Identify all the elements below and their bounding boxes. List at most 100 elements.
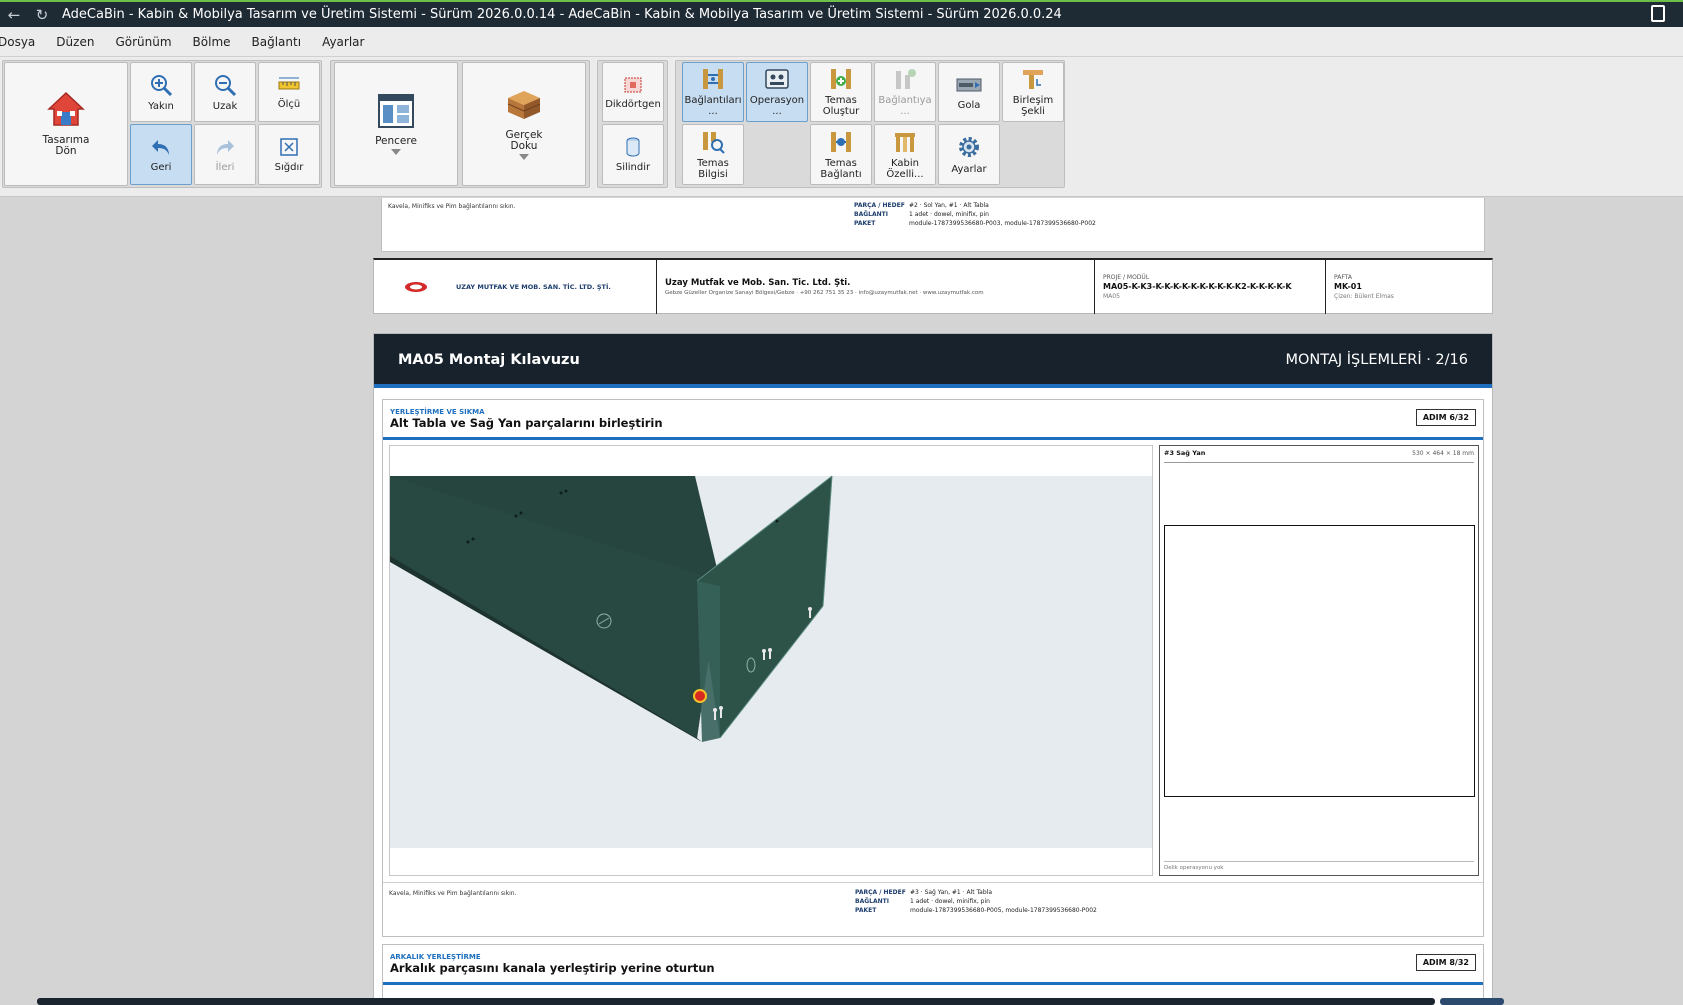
measure-button[interactable]: Ölçü bbox=[258, 62, 320, 122]
step-badge: ADIM 6/32 bbox=[1415, 409, 1476, 426]
texture-box-icon bbox=[507, 91, 541, 119]
sheet-label: PAFTA bbox=[1334, 274, 1352, 281]
zoom-out-icon bbox=[215, 74, 237, 96]
project-sub: MA05 bbox=[1103, 293, 1120, 300]
menu-ayarlar[interactable]: Ayarlar bbox=[322, 35, 364, 49]
company-name: Uzay Mutfak ve Mob. San. Tic. Ltd. Şti. bbox=[665, 278, 851, 288]
footer-logo-cell: UZAY MUTFAK VE MOB. SAN. TİC. LTD. ŞTİ. bbox=[374, 260, 657, 314]
connection-to-icon bbox=[896, 69, 916, 89]
step-card: YERLEŞTİRME VE SIKMA Alt Tabla ve Sağ Ya… bbox=[382, 399, 1484, 937]
page-section: MONTAJ İŞLEMLERİ · 2/16 bbox=[1285, 352, 1468, 368]
horizontal-scrollbar[interactable] bbox=[37, 998, 1435, 1005]
project-label: PROJE / MODÜL bbox=[1103, 274, 1150, 281]
back-arrow-icon[interactable]: ← bbox=[0, 6, 28, 24]
hole-operation-note: Delik operasyonu yok bbox=[1164, 865, 1224, 871]
home-button[interactable]: Tasarıma Dön bbox=[4, 62, 128, 186]
ruler-icon bbox=[278, 77, 300, 89]
prev-part-value: #2 · Sol Yan, #1 · Alt Tabla bbox=[909, 202, 989, 209]
cabin-properties-button[interactable]: Kabin Özelli... bbox=[874, 124, 936, 185]
create-contact-icon bbox=[831, 69, 851, 89]
step-meta: PARÇA / HEDEF #3 · Sağ Yan, #1 · Alt Tabl… bbox=[855, 888, 1097, 915]
cabin-properties-label: Kabin Özelli... bbox=[886, 157, 924, 180]
part-name: #3 Sağ Yan bbox=[1164, 449, 1206, 457]
zoom-out-label: Uzak bbox=[212, 100, 238, 112]
rectangle-button[interactable]: Dikdörtgen bbox=[602, 62, 664, 122]
operation-button[interactable]: Operasyon ... bbox=[746, 62, 808, 122]
connections-label: Bağlantıları ... bbox=[684, 95, 742, 117]
window-title: AdeCaBin - Kabin & Mobilya Tasarım ve Ür… bbox=[62, 7, 1062, 22]
contact-info-icon bbox=[703, 131, 725, 154]
create-contact-label: Temas Oluştur bbox=[822, 95, 860, 117]
step-note: Kavela, Minifiks ve Pim bağlantılarını s… bbox=[389, 890, 517, 897]
company-short-name: UZAY MUTFAK VE MOB. SAN. TİC. LTD. ŞTİ. bbox=[456, 283, 611, 291]
scrollbar-thumb[interactable] bbox=[1440, 998, 1504, 1005]
fit-screen-icon bbox=[280, 138, 298, 156]
texture-label: Gerçek Doku bbox=[505, 129, 543, 152]
settings-label: Ayarlar bbox=[951, 164, 987, 175]
ribbon-group-view: Tasarıma Dön Yakın Uzak Ölçü Geri İleri … bbox=[2, 60, 322, 188]
back-label: Geri bbox=[150, 162, 172, 173]
menu-gorunum[interactable]: Görünüm bbox=[115, 35, 171, 49]
home-icon bbox=[47, 91, 85, 126]
assembly-page: MA05 Montaj Kılavuzu MONTAJ İŞLEMLERİ · … bbox=[373, 333, 1493, 1005]
menu-duzen[interactable]: Düzen bbox=[56, 35, 94, 49]
gola-profile-icon bbox=[956, 78, 982, 91]
cabin-properties-icon bbox=[895, 132, 915, 152]
step-header: YERLEŞTİRME VE SIKMA Alt Tabla ve Sağ Ya… bbox=[383, 400, 1483, 440]
step-notes-divider bbox=[383, 882, 1483, 883]
connection-plates-icon bbox=[703, 69, 723, 89]
back-button[interactable]: Geri bbox=[130, 124, 192, 185]
join-shape-button[interactable]: Birleşim Şekli bbox=[1002, 62, 1064, 122]
cylinder-button[interactable]: Silindir bbox=[602, 124, 664, 185]
part-footer-divider bbox=[1164, 861, 1474, 862]
measure-label: Ölçü bbox=[277, 98, 301, 110]
window-button[interactable]: Pencere bbox=[334, 62, 458, 186]
fit-button[interactable]: Sığdır bbox=[258, 124, 320, 185]
drawn-by: Çizen: Bülent Elmas bbox=[1334, 293, 1394, 300]
zoom-out-button[interactable]: Uzak bbox=[194, 62, 256, 122]
texture-dropdown-icon[interactable] bbox=[519, 154, 529, 160]
sheet-value: MK-01 bbox=[1334, 282, 1362, 291]
join-shape-icon bbox=[1023, 70, 1043, 89]
page-header: MA05 Montaj Kılavuzu MONTAJ İŞLEMLERİ · … bbox=[374, 334, 1492, 388]
document-icon[interactable] bbox=[1651, 5, 1665, 22]
forward-button[interactable]: İleri bbox=[194, 124, 256, 185]
connections-button[interactable]: Bağlantıları ... bbox=[682, 62, 744, 122]
operation-label: Operasyon ... bbox=[749, 95, 805, 117]
ribbon-group-display: Pencere Gerçek Doku bbox=[330, 60, 590, 188]
sheet-footer: UZAY MUTFAK VE MOB. SAN. TİC. LTD. ŞTİ. … bbox=[373, 258, 1493, 314]
next-step-title: Arkalık parçasını kanala yerleştirip yer… bbox=[390, 961, 715, 975]
contact-connection-button[interactable]: Temas Bağlantı bbox=[810, 124, 872, 185]
rectangle-icon bbox=[624, 77, 642, 92]
step-kicker: YERLEŞTİRME VE SIKMA bbox=[390, 408, 485, 416]
contact-info-button[interactable]: Temas Bilgisi bbox=[682, 124, 744, 185]
ribbon-toolbar: Tasarıma Dön Yakın Uzak Ölçü Geri İleri … bbox=[0, 57, 1683, 197]
cylinder-icon bbox=[626, 137, 640, 157]
settings-button[interactable]: Ayarlar bbox=[938, 124, 1000, 185]
refresh-icon[interactable]: ↻ bbox=[28, 6, 56, 24]
contact-connection-label: Temas Bağlantı bbox=[820, 157, 862, 180]
cylinder-label: Silindir bbox=[615, 162, 651, 173]
menu-baglanti[interactable]: Bağlantı bbox=[252, 35, 302, 49]
3d-viewport[interactable] bbox=[389, 445, 1153, 876]
conn-label: BAĞLANTI bbox=[855, 898, 889, 905]
pkg-value: module-1787399536680-P005, module-178739… bbox=[910, 907, 1097, 914]
part-label: PARÇA / HEDEF bbox=[855, 889, 906, 896]
part-value: #3 · Sağ Yan, #1 · Alt Tabla bbox=[910, 889, 992, 896]
zoom-in-button[interactable]: Yakın bbox=[130, 62, 192, 122]
page-title: MA05 Montaj Kılavuzu bbox=[398, 352, 580, 368]
connection-to-button[interactable]: Bağlantıya ... bbox=[874, 62, 936, 122]
window-label: Pencere bbox=[375, 134, 417, 147]
window-layout-icon bbox=[378, 93, 414, 128]
gola-button[interactable]: Gola bbox=[938, 62, 1000, 122]
window-dropdown-icon[interactable] bbox=[391, 148, 401, 155]
ribbon-group-connections: Bağlantıları ... Operasyon ... Temas Olu… bbox=[675, 60, 1065, 188]
forward-label: İleri bbox=[215, 162, 235, 173]
menu-bolme[interactable]: Bölme bbox=[193, 35, 231, 49]
texture-button[interactable]: Gerçek Doku bbox=[462, 62, 586, 186]
next-step-kicker: ARKALIK YERLEŞTİRME bbox=[390, 953, 481, 961]
next-step-header: ARKALIK YERLEŞTİRME Arkalık parçasını ka… bbox=[383, 945, 1483, 985]
menu-dosya[interactable]: Dosya bbox=[0, 35, 35, 49]
previous-step-meta: PARÇA / HEDEF #2 · Sol Yan, #1 · Alt Tabl… bbox=[854, 201, 1096, 228]
create-contact-button[interactable]: Temas Oluştur bbox=[810, 62, 872, 122]
